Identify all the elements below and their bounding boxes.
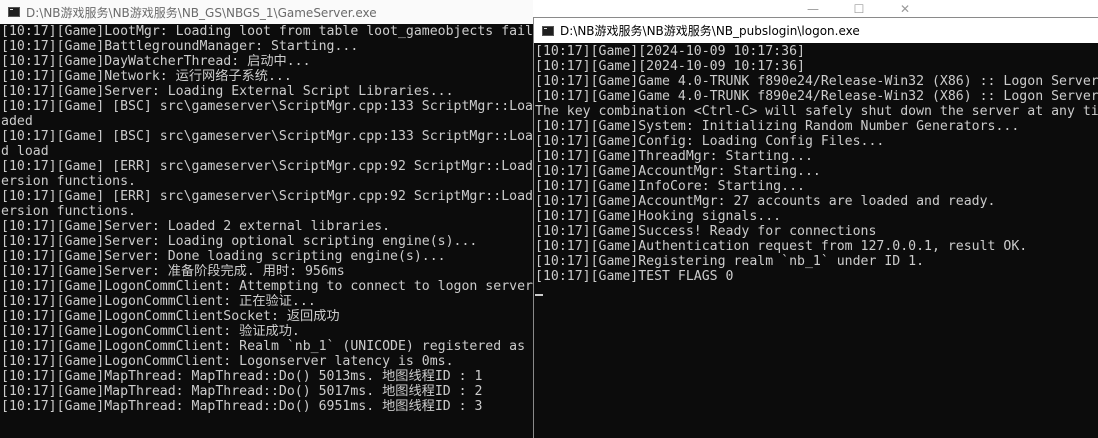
console-line: [10:17][Game]Network: 运行网络子系统... xyxy=(1,69,292,84)
console-line: [10:17][Game]LogonCommClient: 正在验证... xyxy=(1,294,316,309)
gameserver-titlebar[interactable]: D:\NB游戏服务\NB游戏服务\NB_GS\NBGS_1\GameServer… xyxy=(0,0,540,24)
console-line: [10:17][Game]Registering realm `nb_1` un… xyxy=(535,254,925,269)
console-line: [10:17][Game]MapThread: MapThread::Do() … xyxy=(1,399,483,414)
console-line: ersion functions. xyxy=(1,174,136,189)
console-line: [10:17][Game]Server: Loading optional sc… xyxy=(1,234,478,249)
gameserver-window-title: D:\NB游戏服务\NB游戏服务\NB_GS\NBGS_1\GameServer… xyxy=(26,5,377,20)
console-line: [10:17][Game]InfoCore: Starting... xyxy=(535,179,805,194)
console-line: [10:17][Game]LogonCommClientSocket: 返回成功 xyxy=(1,309,340,324)
console-line: [10:17][Game]Authentication request from… xyxy=(535,239,1028,254)
console-line: [10:17][Game][2024-10-09 10:17:36] xyxy=(535,44,805,59)
console-line: The key combination <Ctrl-C> will safely… xyxy=(535,104,1098,119)
gameserver-minimize-button[interactable]: — xyxy=(790,0,836,17)
gameserver-close-button[interactable]: ✕ xyxy=(882,0,928,17)
gameserver-console-output[interactable]: [10:17][Game]LootMgr: Loading loot from … xyxy=(0,24,540,438)
console-line: [10:17][Game]BattlegroundManager: Starti… xyxy=(1,39,359,54)
console-line: [10:17][Game]Hooking signals... xyxy=(535,209,782,224)
console-app-icon xyxy=(8,7,20,17)
console-line: [10:17][Game]ThreadMgr: Starting... xyxy=(535,149,813,164)
logon-titlebar[interactable]: D:\NB游戏服务\NB游戏服务\NB_pubslogin\logon.exe xyxy=(534,18,1098,43)
gameserver-console-window[interactable]: D:\NB游戏服务\NB游戏服务\NB_GS\NBGS_1\GameServer… xyxy=(0,0,540,438)
console-line: [10:17][Game]AccountMgr: Starting... xyxy=(535,164,821,179)
logon-window-title: D:\NB游戏服务\NB游戏服务\NB_pubslogin\logon.exe xyxy=(560,24,860,38)
console-line: [10:17][Game]System: Initializing Random… xyxy=(535,119,1020,134)
logon-console-window[interactable]: D:\NB游戏服务\NB游戏服务\NB_pubslogin\logon.exe … xyxy=(533,17,1098,438)
console-line: [10:17][Game]AccountMgr: 27 accounts are… xyxy=(535,194,996,209)
console-app-icon xyxy=(542,25,554,36)
console-cursor-line xyxy=(535,284,1098,299)
console-line: [10:17][Game]MapThread: MapThread::Do() … xyxy=(1,369,483,384)
console-line: [10:17][Game]LogonCommClient: Realm `nb_… xyxy=(1,339,540,354)
console-line: [10:17][Game]Game 4.0-TRUNK f890e24/Rele… xyxy=(535,89,1098,104)
console-line: [10:17][Game]Success! Ready for connecti… xyxy=(535,224,877,239)
console-line: [10:17][Game]Server: Loaded 2 external l… xyxy=(1,219,391,234)
console-line: [10:17][Game]Server: 准备阶段完成. 用时: 956ms xyxy=(1,264,345,279)
console-line: [10:17][Game]Server: Done loading script… xyxy=(1,249,446,264)
console-line: [10:17][Game] [ERR] src\gameserver\Scrip… xyxy=(1,189,540,204)
console-line: [10:17][Game][2024-10-09 10:17:36] xyxy=(535,59,805,74)
logon-console-output[interactable]: [10:17][Game][2024-10-09 10:17:36] [10:17… xyxy=(534,44,1098,438)
console-line: [10:17][Game]Game 4.0-TRUNK f890e24/Rele… xyxy=(535,74,1098,89)
console-line: [10:17][Game]Server: Loading External Sc… xyxy=(1,84,454,99)
console-line: [10:17][Game]MapThread: MapThread::Do() … xyxy=(1,384,483,399)
console-line: [10:17][Game]LogonCommClient: 验证成功. xyxy=(1,324,300,339)
console-line: [10:17][Game] [BSC] src\gameserver\Scrip… xyxy=(1,129,540,144)
gameserver-maximize-button[interactable]: ☐ xyxy=(836,0,882,17)
console-line: [10:17][Game]Config: Loading Config File… xyxy=(535,134,885,149)
console-line: ersion functions. xyxy=(1,204,136,219)
console-line: [10:17][Game]DayWatcherThread: 启动中... xyxy=(1,54,311,69)
console-line: [10:17][Game]TEST FLAGS 0 xyxy=(535,269,734,284)
console-line: [10:17][Game] [ERR] src\gameserver\Scrip… xyxy=(1,159,540,174)
console-line: [10:17][Game]LogonCommClient: Attempting… xyxy=(1,279,540,294)
console-line: d load xyxy=(1,144,49,159)
console-line: [10:17][Game]LogonCommClient: Logonserve… xyxy=(1,354,454,369)
gameserver-window-controls: — ☐ ✕ xyxy=(790,0,928,17)
console-line: [10:17][Game]LootMgr: Loading loot from … xyxy=(1,24,540,39)
console-line: [10:17][Game] [BSC] src\gameserver\Scrip… xyxy=(1,99,540,114)
console-line: aded xyxy=(1,114,33,129)
text-cursor xyxy=(535,294,543,296)
